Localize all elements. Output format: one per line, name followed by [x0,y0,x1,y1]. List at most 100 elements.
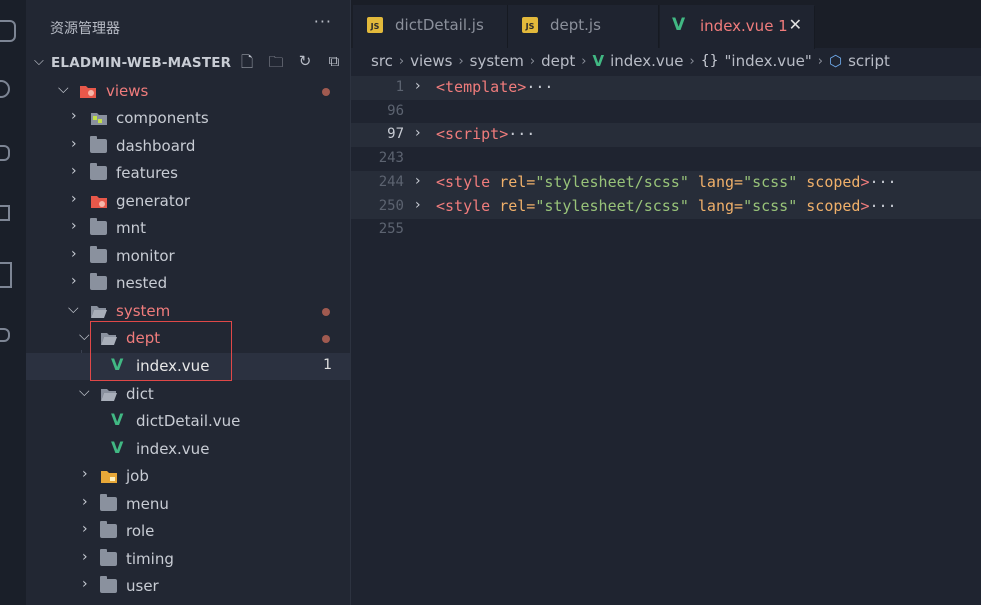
more-actions-button[interactable]: ··· [314,12,332,31]
folded-ellipsis[interactable]: ··· [526,78,553,96]
fold-chevron-icon[interactable]: › [415,197,421,213]
tab-index-vue[interactable]: V index.vue 1 ✕ [660,5,815,49]
code-line[interactable]: 255 [351,218,981,242]
code-line[interactable]: 250 › <style rel="stylesheet/scss" lang=… [351,195,981,219]
breadcrumb-item[interactable]: dept [541,52,575,70]
tree-item-dashboard[interactable]: › dashboard [26,133,350,160]
components-folder-icon [90,111,107,125]
folder-icon [90,273,107,290]
tree-item-label: views [106,82,149,100]
breadcrumb-item[interactable]: script [848,52,890,70]
folder-icon [100,521,117,538]
breadcrumb-item[interactable]: views [410,52,452,70]
tree-item-label: dictDetail.vue [136,412,241,430]
tree-item-user[interactable]: › user [26,573,350,600]
activity-bar [0,0,26,605]
chevron-down-icon: ⌵ [34,54,44,69]
tree-item-dict[interactable]: ⌵ dict [26,381,350,408]
tab-dept-js[interactable]: JS dept.js [508,5,659,48]
folder-open-icon [100,387,117,401]
fold-chevron-icon[interactable]: › [415,125,421,141]
chevron-right-icon: › [71,136,77,152]
folder-icon [90,163,107,180]
folder-icon [100,576,117,593]
remote-icon[interactable] [0,328,10,342]
folded-ellipsis[interactable]: ··· [870,173,897,191]
code-line[interactable]: 243 [351,147,981,171]
job-folder-icon [100,469,117,483]
modified-dot [322,335,330,343]
tree-item-generator[interactable]: › generator [26,188,350,215]
explorer-icon[interactable] [0,20,16,42]
folder-icon [90,246,107,263]
project-name: ELADMIN-WEB-MASTER [51,55,232,71]
modified-dot [322,308,330,316]
source-control-icon[interactable] [0,145,10,161]
folded-ellipsis[interactable]: ··· [870,197,897,215]
tree-item-mnt[interactable]: › mnt [26,215,350,242]
code-text: <style rel="stylesheet/scss" lang="scss"… [436,197,897,215]
tree-item-views[interactable]: ⌵ views [26,78,350,105]
tree-item-dictdetail-vue[interactable]: V dictDetail.vue [26,408,350,435]
project-header[interactable]: ⌵ ELADMIN-WEB-MASTER 🗋 🗀 ↻ ⧉ [26,50,350,76]
chevron-right-icon: › [82,466,88,482]
folder-icon [100,549,117,566]
collapse-all-icon[interactable]: ⧉ [324,52,344,77]
folder-views-icon [79,84,96,98]
chevron-right-icon: › [82,549,88,565]
tree-item-features[interactable]: › features [26,160,350,187]
tree-item-dict-index-vue[interactable]: V index.vue [26,436,350,463]
tree-item-label: mnt [116,219,146,237]
refresh-icon[interactable]: ↻ [295,52,315,77]
tree-item-timing[interactable]: › timing [26,546,350,573]
breadcrumb: src › views › system › dept › V index.vu… [371,52,890,70]
braces-icon: {} [700,53,719,69]
chevron-right-icon: › [71,191,77,207]
code-token: <style rel="stylesheet/scss" lang="scss"… [436,197,870,215]
tree-item-nested[interactable]: › nested [26,270,350,297]
chevron-right-icon: › [71,273,77,289]
new-file-icon[interactable]: 🗋 [237,52,257,77]
tree-item-role[interactable]: › role [26,518,350,545]
line-number: 1 [395,79,404,95]
code-line[interactable]: 96 [351,100,981,124]
extensions-icon[interactable] [0,262,12,288]
breadcrumb-item[interactable]: "index.vue" [725,52,812,70]
tab-dictdetail-js[interactable]: JS dictDetail.js [353,5,508,48]
tree-item-components[interactable]: › components [26,105,350,132]
folded-ellipsis[interactable]: ··· [508,125,535,143]
new-folder-icon[interactable]: 🗀 [266,52,286,77]
run-debug-icon[interactable] [0,205,10,221]
tree-item-label: user [126,577,159,595]
tab-label: index.vue 1 [700,17,788,35]
code-editor[interactable]: 1 › <template>··· 96 97 › <script>··· 24… [351,76,981,605]
folder-icon [90,218,107,235]
code-line[interactable]: 1 › <template>··· [351,76,981,100]
code-line[interactable]: 244 › <style rel="stylesheet/scss" lang=… [351,171,981,195]
js-file-icon: JS [367,17,383,33]
chevron-right-icon: › [82,521,88,537]
fold-chevron-icon[interactable]: › [415,173,421,189]
fold-chevron-icon[interactable]: › [415,78,421,94]
chevron-right-icon: › [817,53,823,69]
chevron-right-icon: › [581,53,587,69]
close-icon[interactable]: ✕ [789,15,802,34]
code-text: <script>··· [436,125,535,143]
tree-item-menu[interactable]: › menu [26,491,350,518]
generator-folder-icon [90,194,107,208]
code-line[interactable]: 97 › <script>··· [351,123,981,147]
folder-icon [90,136,107,153]
breadcrumb-item[interactable]: index.vue [610,52,683,70]
tree-item-label: timing [126,550,174,568]
editor-tabs: JS dictDetail.js JS dept.js V index.vue … [351,0,981,49]
chevron-down-icon: ⌵ [79,328,90,344]
search-icon[interactable] [0,80,10,98]
tree-item-job[interactable]: › job [26,463,350,490]
breadcrumb-item[interactable]: src [371,52,393,70]
chevron-right-icon: › [82,576,88,592]
breadcrumb-item[interactable]: system [470,52,524,70]
explorer-title: 资源管理器 [50,21,120,37]
chevron-right-icon: › [71,163,77,179]
tree-item-monitor[interactable]: › monitor [26,243,350,270]
code-text: <template>··· [436,78,553,96]
